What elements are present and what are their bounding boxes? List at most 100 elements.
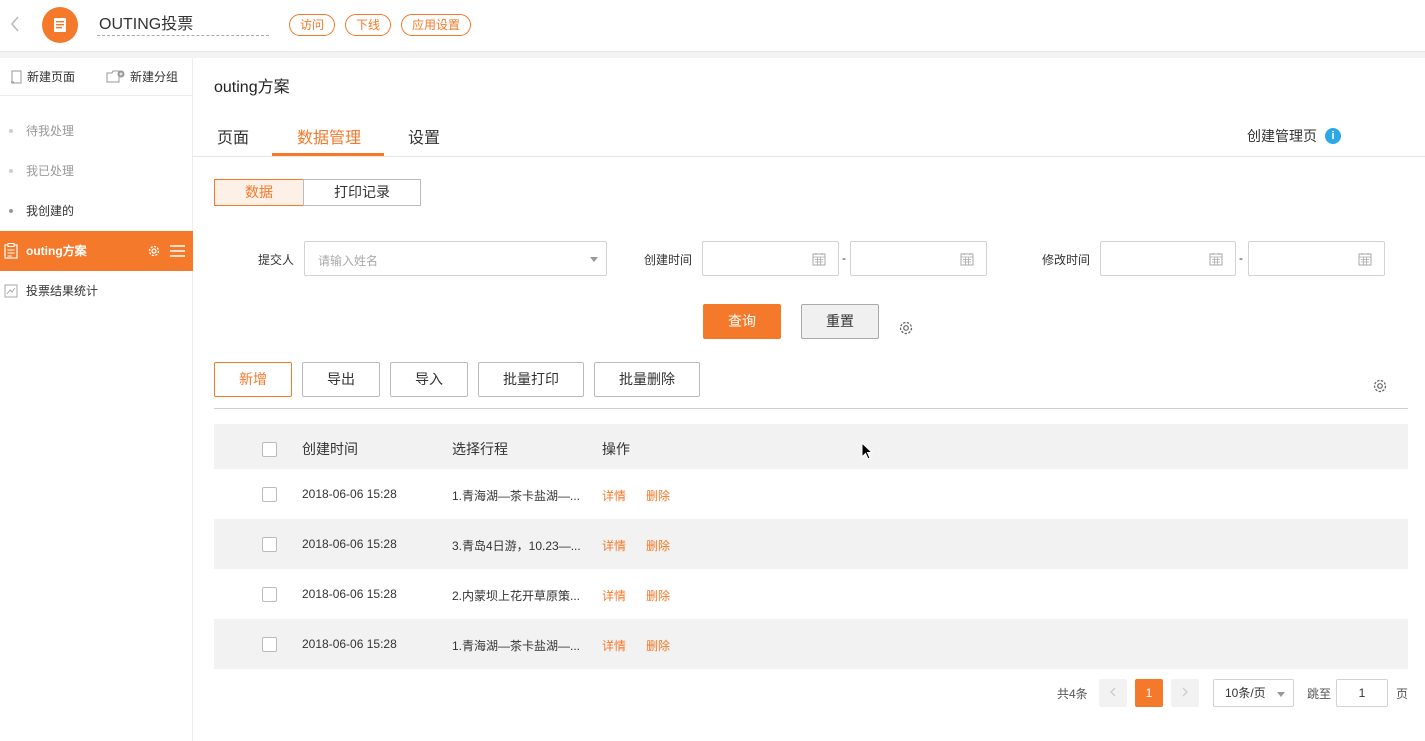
chevron-left-icon[interactable] [6, 15, 24, 37]
created-start-date[interactable] [702, 241, 839, 276]
document-icon [54, 18, 66, 32]
bullet-icon [9, 129, 13, 133]
date-range-separator: - [1239, 251, 1243, 265]
next-page-button[interactable] [1171, 679, 1199, 707]
query-button[interactable]: 查询 [703, 304, 781, 339]
sidebar-item-label: 投票结果统计 [26, 284, 99, 298]
page-title: outing方案 [214, 79, 290, 96]
total-count: 共4条 [1057, 687, 1088, 701]
table-row: 2018-06-06 15:28 1.青海湖—茶卡盐湖—... 详情 删除 [214, 619, 1408, 669]
settings-gear-icon[interactable] [147, 244, 161, 258]
chart-icon [4, 284, 18, 298]
submitter-label: 提交人 [258, 253, 295, 267]
offline-button[interactable]: 下线 [345, 14, 391, 36]
table-row: 2018-06-06 15:28 1.青海湖—茶卡盐湖—... 详情 删除 [214, 469, 1408, 519]
app-title[interactable]: OUTING投票 [97, 13, 269, 36]
new-page-label: 新建页面 [27, 70, 76, 84]
import-button[interactable]: 导入 [390, 362, 468, 397]
column-header-created: 创建时间 [302, 441, 358, 457]
column-header-actions: 操作 [602, 441, 630, 457]
detail-link[interactable]: 详情 [602, 587, 626, 604]
detail-link[interactable]: 详情 [602, 537, 626, 554]
table-row: 2018-06-06 15:28 2.内蒙坝上花开草原策... 详情 删除 [214, 569, 1408, 619]
row-checkbox[interactable] [262, 537, 277, 552]
prev-page-button[interactable] [1099, 679, 1127, 707]
page-size-select[interactable]: 10条/页 [1213, 679, 1294, 707]
tab-data-management[interactable]: 数据管理 [297, 124, 361, 148]
sidebar-item-label: outing方案 [26, 244, 87, 258]
submitter-select[interactable]: 请输入姓名 [304, 241, 607, 276]
table-row: 2018-06-06 15:28 3.青岛4日游，10.23—... 详情 删除 [214, 519, 1408, 569]
info-icon[interactable]: i [1325, 128, 1341, 144]
batch-delete-button[interactable]: 批量删除 [594, 362, 700, 397]
new-folder-icon [106, 70, 125, 82]
sidebar-item-label: 我已处理 [26, 164, 75, 178]
new-group-label: 新建分组 [130, 70, 179, 84]
delete-link[interactable]: 删除 [646, 487, 670, 504]
modified-time-label: 修改时间 [1042, 253, 1091, 267]
delete-link[interactable]: 删除 [646, 637, 670, 654]
calendar-icon [1358, 253, 1372, 266]
add-button[interactable]: 新增 [214, 362, 292, 397]
create-manage-page-link[interactable]: 创建管理页 i [1247, 126, 1341, 146]
trip-cell: 2.内蒙坝上花开草原策... [452, 589, 581, 603]
page-1-button[interactable]: 1 [1135, 679, 1163, 707]
modified-end-date[interactable] [1248, 241, 1385, 276]
page-suffix-label: 页 [1396, 687, 1409, 701]
visit-button[interactable]: 访问 [289, 14, 335, 36]
segment-data[interactable]: 数据 [214, 179, 304, 206]
sidebar-item-created-by-me[interactable]: 我创建的 [0, 191, 193, 231]
new-group-button[interactable]: 新建分组 [106, 68, 178, 85]
goto-page-input[interactable]: 1 [1336, 679, 1388, 707]
select-all-checkbox[interactable] [262, 442, 277, 457]
active-tab-indicator [272, 153, 384, 156]
delete-link[interactable]: 删除 [646, 537, 670, 554]
date-range-separator: - [842, 251, 846, 265]
created-end-date[interactable] [850, 241, 987, 276]
detail-link[interactable]: 详情 [602, 637, 626, 654]
modified-start-date[interactable] [1100, 241, 1236, 276]
new-page-icon [11, 70, 22, 83]
created-time-cell: 2018-06-06 15:28 [302, 637, 397, 651]
mouse-cursor-icon [861, 442, 873, 460]
trip-cell: 1.青海湖—茶卡盐湖—... [452, 639, 581, 653]
segment-print-records[interactable]: 打印记录 [303, 179, 421, 206]
header-shadow [0, 52, 1425, 58]
row-checkbox[interactable] [262, 637, 277, 652]
calendar-icon [1209, 253, 1223, 266]
calendar-icon [812, 253, 826, 266]
row-checkbox[interactable] [262, 487, 277, 502]
reset-button[interactable]: 重置 [801, 304, 879, 339]
app-logo [42, 7, 78, 43]
menu-icon[interactable] [170, 245, 185, 257]
delete-link[interactable]: 删除 [646, 587, 670, 604]
top-bar: OUTING投票 访问 下线 应用设置 [0, 0, 1425, 52]
goto-label: 跳至 [1307, 687, 1332, 701]
sidebar-item-processed[interactable]: 我已处理 [0, 151, 193, 191]
sidebar-actions: 新建页面 新建分组 [0, 58, 193, 96]
create-manage-page-label: 创建管理页 [1247, 128, 1317, 144]
detail-link[interactable]: 详情 [602, 487, 626, 504]
tab-pages[interactable]: 页面 [217, 124, 249, 148]
trip-cell: 1.青海湖—茶卡盐湖—... [452, 489, 581, 503]
export-button[interactable]: 导出 [302, 362, 380, 397]
chevron-right-icon [1182, 687, 1188, 697]
new-page-button[interactable]: 新建页面 [10, 68, 75, 85]
batch-print-button[interactable]: 批量打印 [478, 362, 584, 397]
row-checkbox[interactable] [262, 587, 277, 602]
sidebar-item-vote-stats[interactable]: 投票结果统计 [0, 271, 193, 311]
sidebar-item-outing-plan[interactable]: outing方案 [0, 231, 193, 271]
toolbar-divider [214, 408, 1408, 409]
sidebar: 新建页面 新建分组 待我处理 我已处理 我创建的 outing方案 投票结果统计 [0, 58, 193, 741]
caret-down-icon [590, 257, 598, 262]
column-header-trip: 选择行程 [452, 441, 508, 457]
app-settings-button[interactable]: 应用设置 [401, 14, 471, 36]
bullet-icon [9, 169, 13, 173]
table-settings-gear-icon[interactable] [1372, 378, 1388, 394]
caret-down-icon [1277, 692, 1285, 697]
tab-settings[interactable]: 设置 [408, 124, 440, 148]
created-time-label: 创建时间 [644, 253, 693, 267]
sidebar-item-pending[interactable]: 待我处理 [0, 111, 193, 151]
filter-settings-gear-icon[interactable] [898, 320, 914, 336]
trip-cell: 3.青岛4日游，10.23—... [452, 539, 581, 553]
